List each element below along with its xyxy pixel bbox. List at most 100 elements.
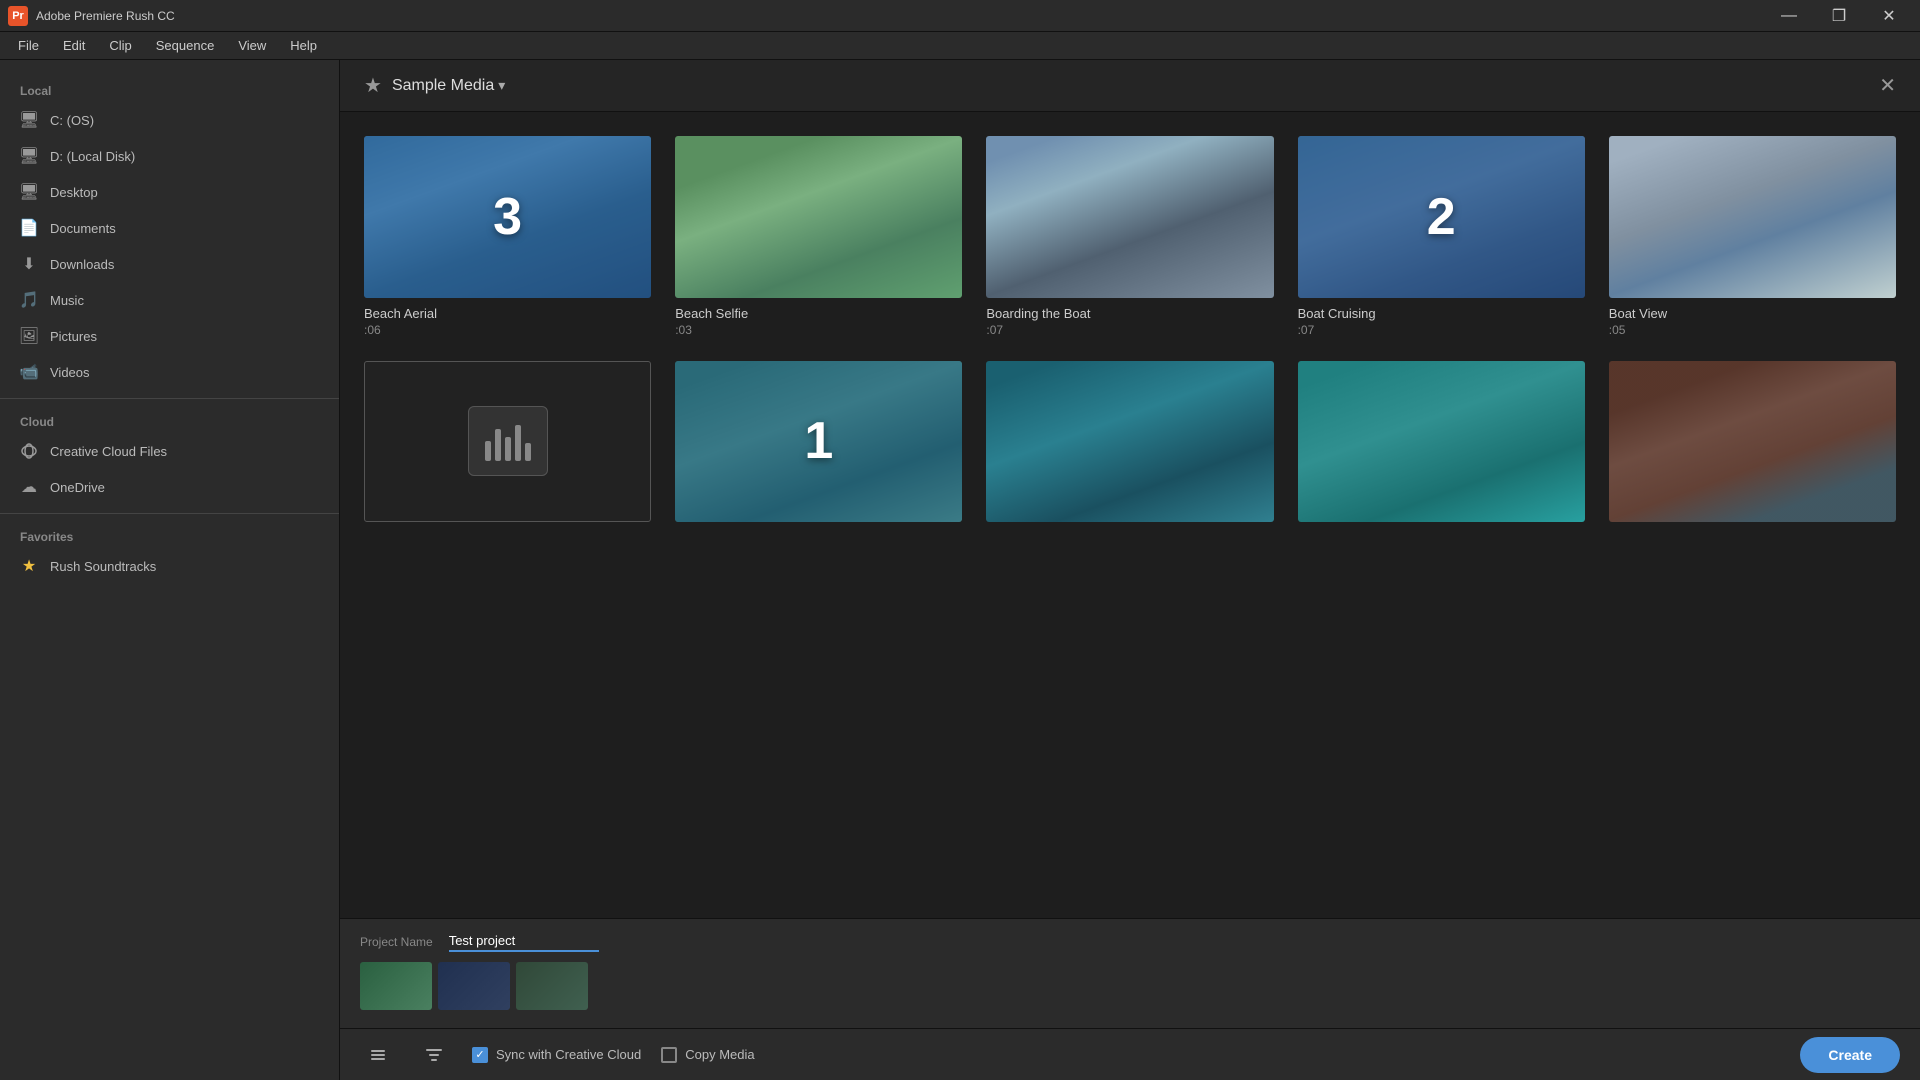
filter-button[interactable] xyxy=(416,1037,452,1073)
copy-checkbox[interactable] xyxy=(661,1047,677,1063)
sidebar-item-pictures[interactable]: 🖼 Pictures xyxy=(0,318,339,354)
media-thumb-portrait xyxy=(1609,361,1896,523)
download-icon: ⬇ xyxy=(20,255,38,273)
computer-icon-2: 🖥 xyxy=(20,147,38,165)
menu-file[interactable]: File xyxy=(8,34,49,57)
sidebar-item-label: C: (OS) xyxy=(50,113,94,128)
project-clips xyxy=(360,962,1900,1010)
media-thumb-beach-aerial: 3 xyxy=(364,136,651,298)
media-item-boat-view[interactable]: Boat View :05 xyxy=(1609,136,1896,337)
menu-view[interactable]: View xyxy=(228,34,276,57)
media-title: Boarding the Boat xyxy=(986,306,1273,321)
media-overlay: 2 xyxy=(1298,136,1585,298)
window-controls: — ❐ ✕ xyxy=(1766,0,1912,32)
project-clip-1[interactable] xyxy=(360,962,432,1010)
sidebar-item-label: Downloads xyxy=(50,257,114,272)
media-item-beach-selfie[interactable]: Beach Selfie :03 xyxy=(675,136,962,337)
content-header: ★ Sample Media ▾ ✕ xyxy=(340,60,1920,112)
media-duration: :07 xyxy=(1298,323,1585,337)
copy-label: Copy Media xyxy=(685,1047,754,1062)
media-grid-container: 3 Beach Aerial :06 Beach Selfie :03 xyxy=(340,112,1920,918)
media-count-badge: 2 xyxy=(1427,187,1456,247)
document-icon: 📄 xyxy=(20,219,38,237)
media-count-badge: 3 xyxy=(493,187,522,247)
sidebar-item-label: OneDrive xyxy=(50,480,105,495)
desktop-icon: 🖥 xyxy=(20,183,38,201)
music-icon: 🎵 xyxy=(20,291,38,309)
sidebar-item-videos[interactable]: 📹 Videos xyxy=(0,354,339,390)
header-dropdown-icon[interactable]: ▾ xyxy=(498,77,505,94)
sidebar-item-rush-soundtracks[interactable]: ★ Rush Soundtracks xyxy=(0,548,339,584)
project-name-input[interactable] xyxy=(449,931,599,952)
media-thumb-underwater2 xyxy=(1298,361,1585,523)
hamburger-menu-button[interactable] xyxy=(360,1037,396,1073)
creative-cloud-icon xyxy=(20,442,38,460)
media-title: Boat Cruising xyxy=(1298,306,1585,321)
computer-icon: 🖥 xyxy=(20,111,38,129)
sidebar-item-music[interactable]: 🎵 Music xyxy=(0,282,339,318)
media-title: Beach Aerial xyxy=(364,306,651,321)
titlebar: Pr Adobe Premiere Rush CC — ❐ ✕ xyxy=(0,0,1920,32)
app-icon: Pr xyxy=(8,6,28,26)
sidebar-item-label: Documents xyxy=(50,221,116,236)
menu-edit[interactable]: Edit xyxy=(53,34,95,57)
project-name-label: Project Name xyxy=(360,935,433,949)
menu-help[interactable]: Help xyxy=(280,34,327,57)
media-duration: :05 xyxy=(1609,323,1896,337)
close-window-button[interactable]: ✕ xyxy=(1866,0,1912,32)
media-item-boat-cruising[interactable]: 2 Boat Cruising :07 xyxy=(1298,136,1585,337)
media-item-underwater2[interactable] xyxy=(1298,361,1585,531)
media-item-boarding-boat[interactable]: Boarding the Boat :07 xyxy=(986,136,1273,337)
menu-sequence[interactable]: Sequence xyxy=(146,34,225,57)
media-item-beach-aerial[interactable]: 3 Beach Aerial :06 xyxy=(364,136,651,337)
local-section-label: Local xyxy=(0,76,339,102)
content-area: ★ Sample Media ▾ ✕ 3 Beach Aerial :06 xyxy=(340,60,1920,1080)
favorites-section-label: Favorites xyxy=(0,522,339,548)
media-thumb-audio xyxy=(364,361,651,523)
menu-clip[interactable]: Clip xyxy=(99,34,141,57)
media-item-audio[interactable] xyxy=(364,361,651,531)
sidebar-item-label: Pictures xyxy=(50,329,97,344)
sidebar-item-label: D: (Local Disk) xyxy=(50,149,135,164)
media-thumb-beach-selfie xyxy=(675,136,962,298)
audio-bars-icon xyxy=(485,421,531,461)
maximize-button[interactable]: ❐ xyxy=(1816,0,1862,32)
sidebar-item-desktop[interactable]: 🖥 Desktop xyxy=(0,174,339,210)
sidebar-item-documents[interactable]: 📄 Documents xyxy=(0,210,339,246)
project-clip-3[interactable] xyxy=(516,962,588,1010)
media-item-aerial2[interactable]: 1 xyxy=(675,361,962,531)
sidebar-item-onedrive[interactable]: ☁ OneDrive xyxy=(0,469,339,505)
header-star-icon[interactable]: ★ xyxy=(364,73,382,98)
sync-checkbox-row: ✓ Sync with Creative Cloud xyxy=(472,1047,641,1063)
sidebar-item-downloads[interactable]: ⬇ Downloads xyxy=(0,246,339,282)
project-clip-2[interactable] xyxy=(438,962,510,1010)
media-duration: :06 xyxy=(364,323,651,337)
media-thumb-aerial2: 1 xyxy=(675,361,962,523)
sidebar-item-label: Music xyxy=(50,293,84,308)
sidebar-item-d-local[interactable]: 🖥 D: (Local Disk) xyxy=(0,138,339,174)
media-item-portrait[interactable] xyxy=(1609,361,1896,531)
project-area: Project Name xyxy=(340,918,1920,1028)
media-count-badge: 1 xyxy=(804,411,833,471)
header-close-button[interactable]: ✕ xyxy=(1879,73,1896,98)
media-title: Boat View xyxy=(1609,306,1896,321)
media-item-underwater1[interactable] xyxy=(986,361,1273,531)
sync-checkbox[interactable]: ✓ xyxy=(472,1047,488,1063)
pictures-icon: 🖼 xyxy=(20,327,38,345)
main-layout: Local 🖥 C: (OS) 🖥 D: (Local Disk) 🖥 Desk… xyxy=(0,60,1920,1080)
create-button[interactable]: Create xyxy=(1800,1037,1900,1073)
sync-label: Sync with Creative Cloud xyxy=(496,1047,641,1062)
minimize-button[interactable]: — xyxy=(1766,0,1812,32)
sidebar: Local 🖥 C: (OS) 🖥 D: (Local Disk) 🖥 Desk… xyxy=(0,60,340,1080)
header-title: Sample Media xyxy=(392,77,494,95)
sidebar-item-label: Rush Soundtracks xyxy=(50,559,156,574)
sidebar-item-label: Creative Cloud Files xyxy=(50,444,167,459)
sidebar-item-creative-cloud[interactable]: Creative Cloud Files xyxy=(0,433,339,469)
videos-icon: 📹 xyxy=(20,363,38,381)
app-title: Adobe Premiere Rush CC xyxy=(36,9,1766,23)
onedrive-icon: ☁ xyxy=(20,478,38,496)
media-title: Beach Selfie xyxy=(675,306,962,321)
media-duration: :07 xyxy=(986,323,1273,337)
sidebar-item-c-os[interactable]: 🖥 C: (OS) xyxy=(0,102,339,138)
media-grid: 3 Beach Aerial :06 Beach Selfie :03 xyxy=(364,136,1896,530)
